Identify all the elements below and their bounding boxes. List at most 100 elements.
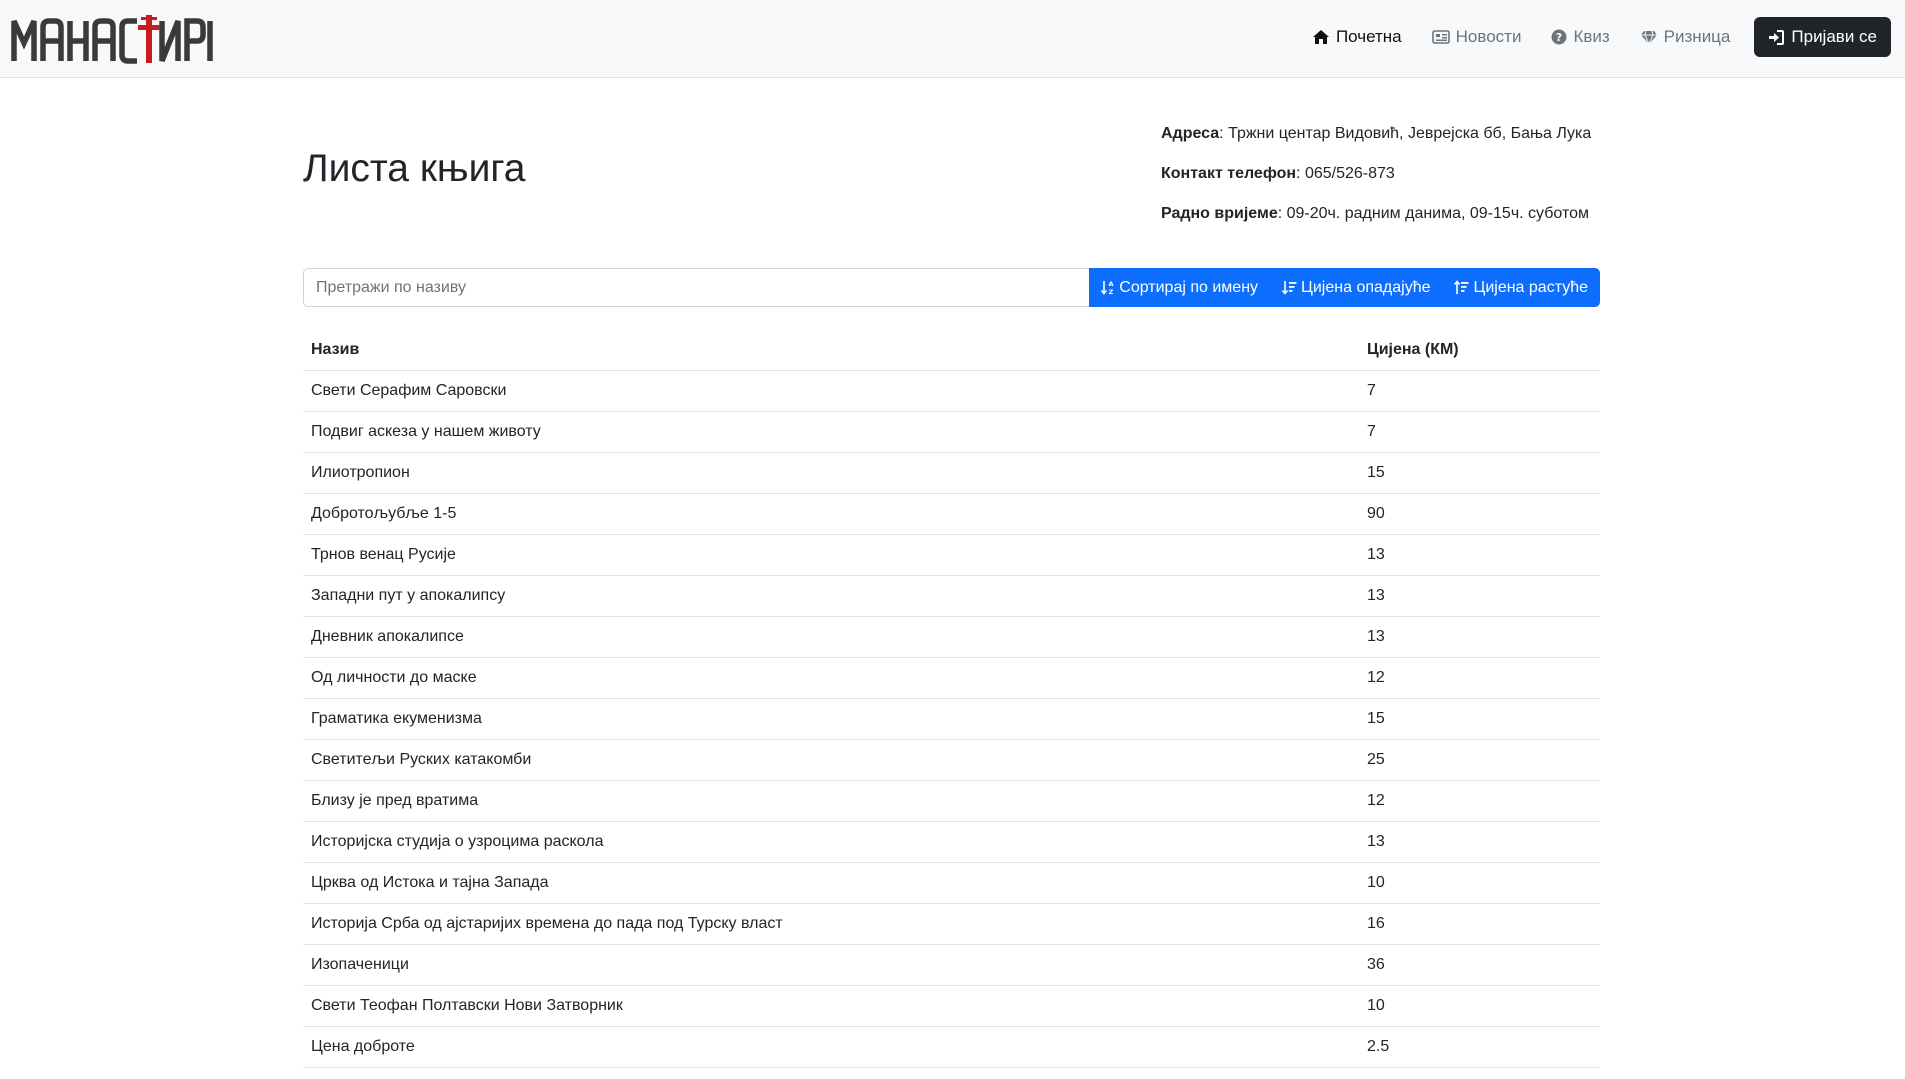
nav-item-label: Новости: [1455, 27, 1522, 46]
sort-by-name-button[interactable]: AZ Сортирај по имену: [1089, 268, 1271, 307]
column-header-price: Цијена (КМ): [1359, 330, 1600, 371]
column-header-name: Назив: [303, 330, 1359, 371]
book-price-cell: 90: [1359, 493, 1600, 535]
table-row: Историјска студија о узроцима раскола 13: [303, 821, 1600, 863]
table-row: Цена доброте 2.5: [303, 1026, 1600, 1068]
table-row: Црква од Истока и тајна Запада 10: [303, 862, 1600, 904]
sort-price-desc-label: Цијена опадајуће: [1301, 278, 1431, 296]
sort-price-asc-label: Цијена растуће: [1473, 278, 1588, 296]
book-name-cell: Светитељи Руских катакомби: [303, 739, 1359, 781]
phone-value: : 065/526-873: [1296, 165, 1395, 182]
book-price-cell: 25: [1359, 739, 1600, 781]
nav-item-label: Квиз: [1573, 27, 1610, 46]
book-price-cell: 12: [1359, 657, 1600, 699]
book-price-cell: 13: [1359, 821, 1600, 863]
address-value: : Тржни центар Видовић, Јеврејска бб, Ба…: [1219, 125, 1592, 142]
gem-icon: [1640, 30, 1658, 45]
svg-text:Z: Z: [1109, 288, 1114, 295]
book-name-cell: Црква од Истока и тајна Запада: [303, 862, 1359, 904]
search-input[interactable]: [303, 268, 1090, 307]
hours-row: Радно вријеме: 09-20ч. радним данима, 09…: [1161, 204, 1591, 224]
svg-text:?: ?: [1556, 31, 1562, 44]
book-price-cell: 12: [1359, 780, 1600, 822]
nav-item-quiz[interactable]: ? Квиз: [1551, 27, 1610, 47]
brand-logo[interactable]: [10, 12, 220, 66]
book-name-cell: Дневник апокалипсе: [303, 616, 1359, 658]
store-info: Адреса: Тржни центар Видовић, Јеврејска …: [1161, 124, 1591, 244]
login-button[interactable]: Пријави се: [1754, 17, 1891, 57]
question-circle-icon: ?: [1551, 29, 1567, 45]
table-row: Од личности до маске 12: [303, 657, 1600, 699]
table-row: Свети Серафим Саровски 7: [303, 370, 1600, 412]
navbar: Почетна Новости ? Квиз Ризница Пријави с…: [0, 0, 1905, 78]
table-row: Подвиг аскеза у нашем животу 7: [303, 411, 1600, 453]
book-name-cell: Близу је пред вратима: [303, 780, 1359, 822]
book-name-cell: Свети Теофан Полтавски Нови Затворник: [303, 985, 1359, 1027]
table-row: Добротољубље 1-5 90: [303, 493, 1600, 535]
book-price-cell: 10: [1359, 862, 1600, 904]
book-name-cell: Историјска студија о узроцима раскола: [303, 821, 1359, 863]
book-price-cell: 13: [1359, 534, 1600, 576]
sort-alpha-icon: AZ: [1101, 280, 1115, 295]
home-icon: [1312, 29, 1330, 45]
search-sort-group: AZ Сортирај по имену Цијена опадајуће Ци…: [303, 268, 1600, 307]
book-price-cell: 7: [1359, 411, 1600, 453]
book-name-cell: Подвиг аскеза у нашем животу: [303, 411, 1359, 453]
book-price-cell: 2.5: [1359, 1026, 1600, 1068]
table-body: Свети Серафим Саровски 7 Подвиг аскеза у н…: [303, 370, 1600, 1068]
book-price-cell: 15: [1359, 452, 1600, 494]
sort-price-asc-button[interactable]: Цијена растуће: [1442, 268, 1600, 307]
table-row: Дневник апокалипсе 13: [303, 616, 1600, 658]
newspaper-icon: [1431, 30, 1450, 44]
book-price-cell: 15: [1359, 698, 1600, 740]
phone-label: Контакт телефон: [1161, 165, 1297, 182]
page-title: Листа књига: [303, 147, 526, 190]
phone-row: Контакт телефон: 065/526-873: [1161, 164, 1591, 184]
table-row: Близу је пред вратима 12: [303, 780, 1600, 822]
nav-item-label: Ризница: [1663, 27, 1731, 46]
books-table: Назив Цијена (КМ) Свети Серафим Саровски…: [303, 330, 1600, 1068]
book-name-cell: Историја Срба од ајстаријих времена до п…: [303, 903, 1359, 945]
table-row: Трнов венац Русије 13: [303, 534, 1600, 576]
book-name-cell: Цена доброте: [303, 1026, 1359, 1068]
sort-asc-icon: [1454, 280, 1469, 295]
sort-by-name-label: Сортирај по имену: [1119, 278, 1259, 296]
book-name-cell: Од личности до маске: [303, 657, 1359, 699]
address-label: Адреса: [1161, 125, 1220, 142]
sort-price-desc-button[interactable]: Цијена опадајуће: [1270, 268, 1443, 307]
book-name-cell: Добротољубље 1-5: [303, 493, 1359, 535]
table-row: Историја Срба од ајстаријих времена до п…: [303, 903, 1600, 945]
book-name-cell: Свети Серафим Саровски: [303, 370, 1359, 412]
book-name-cell: Граматика екуменизма: [303, 698, 1359, 740]
table-row: Западни пут у апокалипсу 13: [303, 575, 1600, 617]
address-row: Адреса: Тржни центар Видовић, Јеврејска …: [1161, 124, 1591, 144]
book-price-cell: 16: [1359, 903, 1600, 945]
book-price-cell: 36: [1359, 944, 1600, 986]
book-price-cell: 7: [1359, 370, 1600, 412]
nav-item-label: Почетна: [1335, 27, 1402, 46]
book-price-cell: 13: [1359, 575, 1600, 617]
table-row: Граматика екуменизма 15: [303, 698, 1600, 740]
brand-logo-graphic: [11, 15, 213, 64]
book-price-cell: 13: [1359, 616, 1600, 658]
login-label: Пријави се: [1791, 27, 1877, 46]
book-name-cell: Трнов венац Русије: [303, 534, 1359, 576]
nav-item-home[interactable]: Почетна: [1312, 27, 1402, 47]
book-name-cell: Изопаченици: [303, 944, 1359, 986]
svg-text:A: A: [1109, 280, 1114, 288]
sign-in-icon: [1768, 29, 1785, 45]
book-name-cell: Западни пут у апокалипсу: [303, 575, 1359, 617]
hours-value: : 09-20ч. радним данима, 09-15ч. суботом: [1277, 205, 1589, 222]
hours-label: Радно вријеме: [1161, 205, 1278, 222]
table-row: Свети Теофан Полтавски Нови Затворник 10: [303, 985, 1600, 1027]
book-name-cell: Илиотропион: [303, 452, 1359, 494]
nav-item-treasury[interactable]: Ризница: [1640, 27, 1731, 47]
book-price-cell: 10: [1359, 985, 1600, 1027]
table-header-row: Назив Цијена (КМ): [303, 330, 1600, 371]
table-row: Илиотропион 15: [303, 452, 1600, 494]
main-nav: Почетна Новости ? Квиз Ризница Пријави с…: [1282, 17, 1891, 57]
nav-item-news[interactable]: Новости: [1431, 27, 1522, 47]
table-row: Светитељи Руских катакомби 25: [303, 739, 1600, 781]
table-row: Изопаченици 36: [303, 944, 1600, 986]
sort-desc-icon: [1282, 280, 1297, 295]
